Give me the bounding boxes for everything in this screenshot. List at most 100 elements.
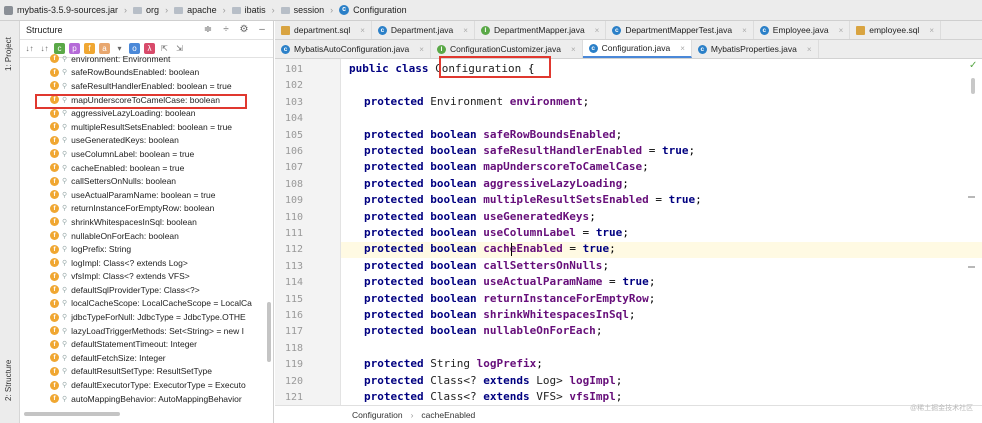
status-crumb-class[interactable]: Configuration <box>352 410 403 420</box>
structure-item[interactable]: f ⚲ localCacheScope: LocalCacheScope = Loc… <box>20 297 273 311</box>
text-caret <box>511 243 512 257</box>
protected-visibility-icon: ⚲ <box>62 137 68 145</box>
close-tab-icon[interactable]: × <box>571 45 576 54</box>
structure-vertical-scrollbar[interactable] <box>267 302 271 362</box>
structure-item[interactable]: f ⚲ jdbcTypeForNull: JdbcType = JdbcType.O… <box>20 310 273 324</box>
close-tab-icon[interactable]: × <box>419 45 424 54</box>
code-keyword: protected boolean <box>364 258 477 272</box>
line-number: 105 <box>285 129 304 141</box>
editor-tab[interactable]: c Employee.java × <box>754 21 851 39</box>
field-icon: f <box>50 108 59 118</box>
close-tab-icon[interactable]: × <box>839 26 844 35</box>
structure-item[interactable]: f ⚲ defaultStatementTimeout: Integer <box>20 337 273 351</box>
expand-all-icon[interactable]: ≑ <box>203 25 213 35</box>
code-keyword: protected <box>364 357 424 371</box>
structure-item[interactable]: f ⚲ environment: Environment <box>20 52 273 66</box>
structure-item-label: useColumnLabel: boolean = true <box>71 148 195 159</box>
code-keyword: protected boolean <box>364 160 477 174</box>
structure-item[interactable]: f ⚲ safeRowBoundsEnabled: boolean <box>20 66 273 80</box>
project-tool-button[interactable]: 1: Project <box>4 37 13 71</box>
structure-item[interactable]: f ⚲ callSettersOnNulls: boolean <box>20 174 273 188</box>
status-crumb-field[interactable]: cacheEnabled <box>421 410 475 420</box>
structure-item[interactable]: f ⚲ useActualParamName: boolean = true <box>20 188 273 202</box>
breadcrumb-org[interactable]: org › <box>133 5 168 15</box>
editor-tab[interactable]: c Department.java × <box>372 21 475 39</box>
structure-item[interactable]: f ⚲ defaultResultSetType: ResultSetType <box>20 365 273 379</box>
breadcrumb-apache[interactable]: apache › <box>174 5 226 15</box>
code-keyword: protected <box>364 390 424 403</box>
structure-item[interactable]: f ⚲ useGeneratedKeys: boolean <box>20 134 273 148</box>
error-stripe-mark[interactable] <box>968 196 975 198</box>
structure-item[interactable]: f ⚲ defaultSqlProviderType: Class<?> <box>20 283 273 297</box>
editor-tab[interactable]: c MybatisProperties.java × <box>692 40 819 58</box>
structure-horizontal-scrollbar[interactable] <box>24 412 120 416</box>
breadcrumb-jar[interactable]: mybatis-3.5.9-sources.jar › <box>4 5 127 15</box>
structure-item[interactable]: f ⚲ defaultFetchSize: Integer <box>20 351 273 365</box>
gear-icon[interactable]: ⚙ <box>239 25 249 35</box>
structure-item[interactable]: f ⚲ vfsImpl: Class<? extends VFS> <box>20 270 273 284</box>
code-line: protected boolean nullableOnForEach; <box>364 324 602 337</box>
code-line: protected boolean useGeneratedKeys; <box>364 210 596 223</box>
breadcrumb-configuration[interactable]: c Configuration <box>339 5 407 15</box>
editor-tab[interactable]: c DepartmentMapperTest.java × <box>606 21 754 39</box>
structure-item[interactable]: f ⚲ autoMappingBehavior: AutoMappingBehavi… <box>20 392 273 406</box>
hide-icon[interactable]: – <box>257 25 267 35</box>
line-number: 113 <box>285 260 304 272</box>
structure-item[interactable]: f ⚲ logPrefix: String <box>20 242 273 256</box>
interface-icon: I <box>436 44 446 54</box>
code-type: Log> <box>529 373 570 387</box>
structure-item[interactable]: f ⚲ useColumnLabel: boolean = true <box>20 147 273 161</box>
structure-item-label: cacheEnabled: boolean = true <box>71 162 185 173</box>
line-number: 102 <box>285 80 304 92</box>
structure-item-label: defaultResultSetType: ResultSetType <box>71 366 212 377</box>
code-punct: ; <box>615 127 623 141</box>
close-tab-icon[interactable]: × <box>595 26 600 35</box>
close-tab-icon[interactable]: × <box>463 26 468 35</box>
field-icon: f <box>50 298 59 308</box>
structure-item[interactable]: f ⚲ shrinkWhitespacesInSql: boolean <box>20 215 273 229</box>
editor-tab[interactable]: employee.sql × <box>850 21 941 39</box>
structure-item[interactable]: f ⚲ lazyLoadTriggerMethods: Set<String> = … <box>20 324 273 338</box>
protected-visibility-icon: ⚲ <box>62 69 68 77</box>
structure-item[interactable]: f ⚲ defaultExecutorType: ExecutorType = Ex… <box>20 378 273 392</box>
code-editor[interactable]: public class Configuration {protected En… <box>341 59 982 411</box>
close-tab-icon[interactable]: × <box>929 26 934 35</box>
structure-item[interactable]: f ⚲ safeResultHandlerEnabled: boolean = tr… <box>20 79 273 93</box>
editor-tab[interactable]: c Configuration.java × <box>582 40 692 58</box>
code-keyword: protected boolean <box>364 291 477 305</box>
close-tab-icon[interactable]: × <box>360 26 365 35</box>
code-keyword: protected <box>364 373 424 387</box>
navigation-bar: mybatis-3.5.9-sources.jar › org › apache › … <box>0 0 982 21</box>
field-icon: f <box>50 380 59 390</box>
breadcrumb-ibatis[interactable]: ibatis › <box>231 5 275 15</box>
breadcrumb-session[interactable]: session › <box>280 5 333 15</box>
inspection-ok-icon[interactable]: ✓ <box>969 60 977 71</box>
close-tab-icon[interactable]: × <box>680 44 685 53</box>
code-line: protected Class<? extends VFS> vfsImpl; <box>364 390 622 403</box>
field-icon: f <box>50 244 59 254</box>
error-stripe-mark[interactable] <box>968 266 975 268</box>
field-icon: f <box>50 217 59 227</box>
editor-tab[interactable]: c MybatisAutoConfiguration.java × <box>275 40 431 58</box>
editor-vertical-scrollbar[interactable] <box>971 78 975 94</box>
code-line: protected boolean returnInstanceForEmpty… <box>364 292 655 305</box>
close-tab-icon[interactable]: × <box>742 26 747 35</box>
structure-item[interactable]: f ⚲ logImpl: Class<? extends Log> <box>20 256 273 270</box>
structure-item-label: vfsImpl: Class<? extends VFS> <box>71 271 190 282</box>
structure-tool-button[interactable]: 2: Structure <box>4 360 13 401</box>
structure-item-label: defaultSqlProviderType: Class<?> <box>71 284 200 295</box>
editor-tab-label: MybatisAutoConfiguration.java <box>294 44 410 54</box>
code-keyword: protected boolean <box>364 193 477 207</box>
protected-visibility-icon: ⚲ <box>62 368 68 376</box>
collapse-all-icon[interactable]: ÷ <box>221 25 231 35</box>
code-keyword: protected boolean <box>364 127 477 141</box>
close-tab-icon[interactable]: × <box>807 45 812 54</box>
structure-item[interactable]: f ⚲ cacheEnabled: boolean = true <box>20 161 273 175</box>
structure-item[interactable]: f ⚲ multipleResultSetsEnabled: boolean = t… <box>20 120 273 134</box>
field-icon: f <box>50 122 59 132</box>
editor-tab[interactable]: department.sql × <box>275 21 372 39</box>
structure-item[interactable]: f ⚲ nullableOnForEach: boolean <box>20 229 273 243</box>
structure-item[interactable]: f ⚲ returnInstanceForEmptyRow: boolean <box>20 202 273 216</box>
editor-tab[interactable]: I DepartmentMapper.java × <box>475 21 607 39</box>
code-keyword: extends <box>483 373 530 387</box>
